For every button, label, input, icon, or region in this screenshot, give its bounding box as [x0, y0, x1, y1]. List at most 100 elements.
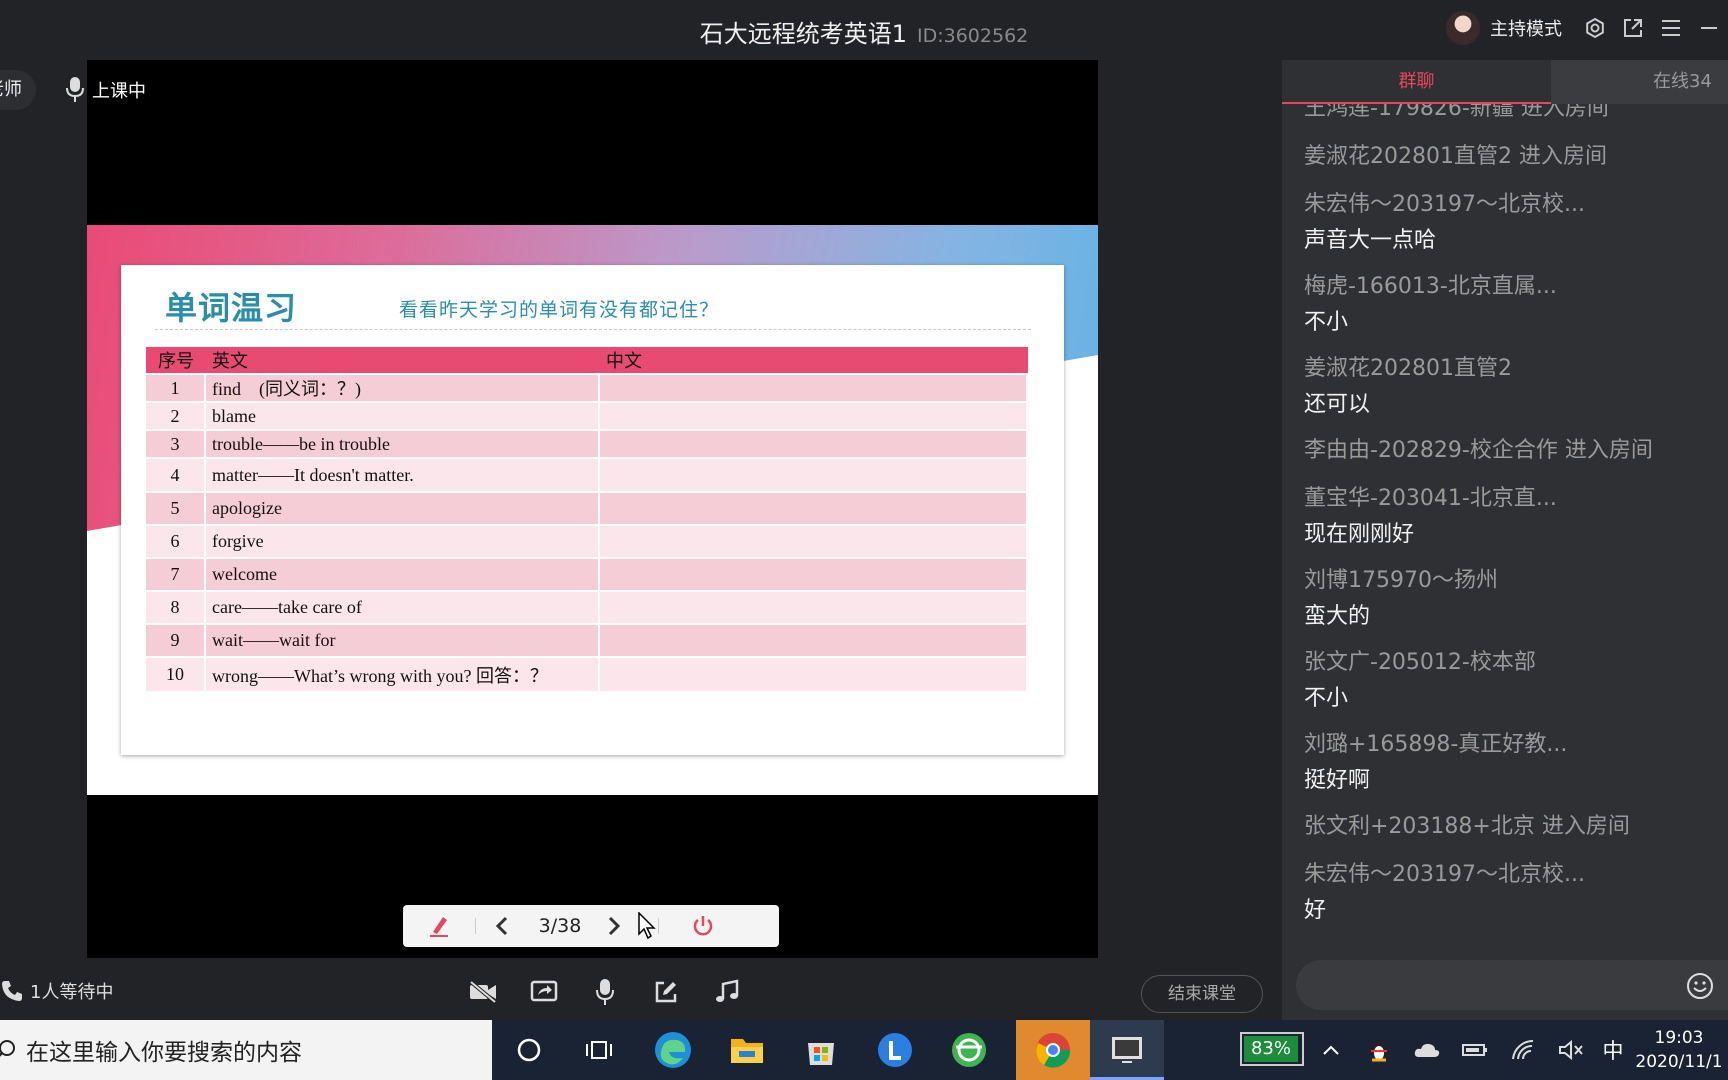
- panel-tabs: 群聊 在线34: [1282, 60, 1728, 104]
- camera-off-icon[interactable]: [452, 972, 513, 1012]
- chat-input[interactable]: [1296, 960, 1728, 1010]
- battery-indicator[interactable]: 83%: [1240, 1032, 1304, 1066]
- taskbar-clock[interactable]: 19:03 2020/11/1: [1630, 1026, 1728, 1074]
- table-cell-cn: [600, 403, 1028, 429]
- tab-group-chat[interactable]: 群聊: [1282, 60, 1551, 104]
- microphone-icon: [66, 77, 84, 102]
- chat-sender: 李由由-202829-校企合作 进入房间: [1304, 438, 1653, 463]
- table-row: 3 trouble——be in trouble: [146, 431, 1028, 457]
- chat-text: 不小: [1304, 310, 1349, 335]
- pen-tool-icon[interactable]: [403, 913, 475, 939]
- emoji-icon[interactable]: [1686, 972, 1714, 1000]
- chat-message: 姜淑花202801直管2 进入房间: [1304, 138, 1724, 170]
- search-placeholder: 在这里输入你要搜索的内容: [26, 1040, 302, 1066]
- table-cell-en: trouble——be in trouble: [206, 431, 600, 457]
- table-cell-num: 10: [146, 658, 206, 691]
- end-class-button[interactable]: 结束课堂: [1141, 975, 1263, 1013]
- music-icon[interactable]: [696, 972, 757, 1012]
- chat-sender: 梅虎-166013-北京直属...: [1304, 274, 1557, 299]
- table-cell-en: apologize: [206, 493, 600, 524]
- class-status-label: 上课中: [92, 81, 146, 102]
- slide-title: 单词温习: [165, 289, 298, 327]
- chat-text: 还可以: [1304, 392, 1371, 417]
- mouse-cursor-icon: [636, 912, 658, 940]
- table-cell-cn: [600, 592, 1028, 623]
- vocabulary-rows: 1 find (同义词：？) 2 blame 3 trouble——be in troub…: [146, 375, 1028, 691]
- chat-text: 声音大一点哈: [1304, 228, 1437, 253]
- cortana-icon[interactable]: [492, 1020, 566, 1080]
- end-slideshow-power-icon[interactable]: [659, 914, 747, 938]
- chat-sender: 刘博175970～扬州: [1304, 568, 1498, 593]
- chrome-browser-icon[interactable]: [1016, 1020, 1090, 1080]
- chat-text: 现在刚刚好: [1304, 522, 1415, 547]
- table-row: 8 care——take care of: [146, 592, 1028, 623]
- chat-message: 姜淑花202801直管2 还可以: [1304, 350, 1724, 418]
- chat-text: 挺好啊: [1304, 768, 1371, 793]
- host-avatar[interactable]: [1446, 11, 1480, 45]
- tab-online-users[interactable]: 在线34: [1551, 60, 1728, 104]
- battery-tray-icon[interactable]: [1190, 1020, 1234, 1080]
- slide-subtitle: 看看昨天学习的单词有没有都记住？: [399, 299, 720, 321]
- chat-message-list[interactable]: 王鸿莲-179826-新疆 进入房间 姜淑花202801直管2 进入房间 朱宏伟～2…: [1282, 104, 1728, 1004]
- settings-gear-icon[interactable]: [1576, 10, 1614, 46]
- title-bar-actions: 主持模式: [1446, 10, 1728, 46]
- chat-text: 蛮大的: [1304, 604, 1371, 629]
- chat-message: 张文利+203188+北京 进入房间: [1304, 808, 1724, 840]
- minimize-icon[interactable]: [1690, 10, 1728, 46]
- search-icon: [0, 1040, 15, 1057]
- chat-sender: 朱宏伟～203197～北京校...: [1304, 862, 1585, 887]
- table-cell-num: 6: [146, 526, 206, 557]
- table-cell-en: find (同义词：？): [206, 375, 600, 401]
- clock-time: 19:03: [1654, 1028, 1704, 1048]
- chat-message: 李由由-202829-校企合作 进入房间: [1304, 432, 1724, 464]
- waiting-label: 1人等待中: [30, 982, 114, 1003]
- microsoft-store-icon[interactable]: [784, 1020, 858, 1080]
- table-cell-cn: [600, 375, 1028, 401]
- title-bar: 石大远程统考英语1 ID:3602562 主持模式: [0, 0, 1728, 56]
- edit-whiteboard-icon[interactable]: [635, 972, 696, 1012]
- page-controls: 3/38: [403, 905, 779, 947]
- table-cell-en: wait——wait for: [206, 625, 600, 656]
- table-cell-en: wrong——What’s wrong with you? 回答：？: [206, 658, 600, 691]
- screen-share-icon[interactable]: [513, 972, 574, 1012]
- volume-muted-icon[interactable]: [1549, 1020, 1593, 1080]
- microphone-toggle-icon[interactable]: [574, 972, 635, 1012]
- host-mode-label[interactable]: 主持模式: [1490, 15, 1562, 41]
- wifi-icon[interactable]: [1501, 1020, 1545, 1080]
- table-row: 6 forgive: [146, 526, 1028, 557]
- table-row: 4 matter——It doesn't matter.: [146, 459, 1028, 491]
- onedrive-cloud-icon[interactable]: [1405, 1020, 1449, 1080]
- prev-page-icon[interactable]: [476, 916, 528, 936]
- table-cell-num: 2: [146, 403, 206, 429]
- next-page-icon[interactable]: [592, 916, 636, 936]
- table-row: 2 blame: [146, 403, 1028, 429]
- qq-penguin-icon[interactable]: [1357, 1020, 1401, 1080]
- taskbar-search[interactable]: 在这里输入你要搜索的内容: [0, 1020, 492, 1080]
- show-hidden-icons-chevron-icon[interactable]: [1309, 1020, 1353, 1080]
- classroom-app-taskbar-icon[interactable]: [1090, 1020, 1164, 1080]
- l-app-icon[interactable]: [858, 1020, 932, 1080]
- side-panel: 群聊 在线34 王鸿莲-179826-新疆 进入房间 姜淑花202801直管2 进…: [1282, 60, 1728, 1020]
- table-cell-en: matter——It doesn't matter.: [206, 459, 600, 491]
- task-view-icon[interactable]: [562, 1020, 636, 1080]
- power-battery-icon[interactable]: [1453, 1020, 1497, 1080]
- chat-message: 梅虎-166013-北京直属... 不小: [1304, 268, 1724, 336]
- course-title: 石大远程统考英语1: [699, 20, 907, 48]
- chat-message: 刘博175970～扬州 蛮大的: [1304, 562, 1724, 630]
- class-controls: [452, 972, 757, 1012]
- table-cell-en: blame: [206, 403, 600, 429]
- windows-taskbar: 在这里输入你要搜索的内容 83% 中 19:03 2020/11/1: [0, 1020, 1728, 1080]
- green-browser-icon[interactable]: [932, 1020, 1006, 1080]
- share-external-icon[interactable]: [1614, 10, 1652, 46]
- edge-browser-icon[interactable]: [636, 1020, 710, 1080]
- table-cell-num: 4: [146, 459, 206, 491]
- chat-text: 好: [1304, 898, 1327, 923]
- column-header: 英文: [206, 347, 600, 373]
- clock-date: 2020/11/1: [1635, 1052, 1723, 1072]
- chat-message: 朱宏伟～203197～北京校... 好: [1304, 856, 1724, 924]
- menu-icon[interactable]: [1652, 10, 1690, 46]
- file-explorer-icon[interactable]: [710, 1020, 784, 1080]
- waiting-indicator[interactable]: 1人等待中: [0, 978, 113, 1004]
- ime-indicator[interactable]: 中: [1591, 1020, 1635, 1080]
- table-row: 1 find (同义词：？): [146, 375, 1028, 401]
